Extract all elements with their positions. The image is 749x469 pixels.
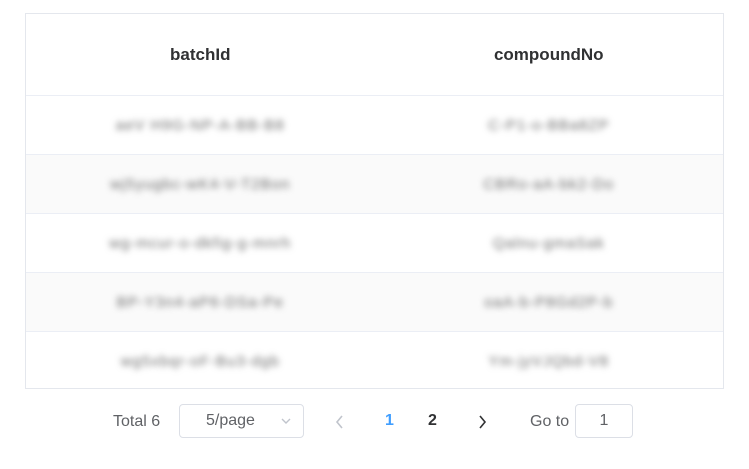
cell-compoundno: Ym-jyVJQbd-V8 — [488, 352, 610, 370]
page-2-button[interactable]: 2 — [428, 412, 437, 430]
cell-compoundno: CBRo-aA-bk2-Do — [483, 175, 615, 193]
table-row[interactable]: aeV H9G-NP-A-BB-B8 C-P1-o-BBa8ZP — [26, 96, 723, 155]
cell-batchid: BP-Y3n4-aP6-DSa-Pe — [116, 293, 284, 311]
goto-page-input[interactable]: 1 — [575, 404, 633, 438]
cell-batchid: aeV H9G-NP-A-BB-B8 — [115, 116, 285, 134]
data-table: batchId compoundNo aeV H9G-NP-A-BB-B8 C-… — [25, 13, 724, 389]
next-page-button[interactable] — [474, 413, 490, 436]
table-row[interactable]: BP-Y3n4-aP6-DSa-Pe oaA-b-P8Gd2P-b — [26, 273, 723, 332]
column-header-batchid[interactable]: batchId — [26, 45, 375, 65]
prev-page-button[interactable] — [332, 413, 348, 436]
table-row[interactable]: wj5yugbc-wK4-V-T2Bon CBRo-aA-bk2-Do — [26, 155, 723, 214]
table-header: batchId compoundNo — [26, 14, 723, 96]
cell-batchid: wg5xbqr-oF-Bu3-dgb — [120, 352, 280, 370]
page-1-button[interactable]: 1 — [385, 412, 394, 430]
goto-label: Go to — [530, 413, 570, 430]
cell-batchid: wg-mcur-o-dkfig-g-mnrh — [109, 234, 292, 252]
cell-compoundno: oaA-b-P8Gd2P-b — [484, 293, 614, 311]
table-row[interactable]: wg5xbqr-oF-Bu3-dgb Ym-jyVJQbd-V8 — [26, 332, 723, 388]
cell-compoundno: Qalnu-gmaSak — [492, 234, 605, 252]
total-count: Total 6 — [113, 413, 161, 430]
chevron-down-icon — [279, 414, 293, 433]
column-header-compoundno[interactable]: compoundNo — [375, 45, 724, 65]
cell-batchid: wj5yugbc-wK4-V-T2Bon — [110, 175, 291, 193]
cell-compoundno: C-P1-o-BBa8ZP — [488, 116, 610, 134]
pagination: Total 6 5/page 1 2 Go to 1 — [0, 404, 749, 440]
page-size-value: 5/page — [206, 412, 255, 429]
table-row[interactable]: wg-mcur-o-dkfig-g-mnrh Qalnu-gmaSak — [26, 214, 723, 273]
page-size-select[interactable]: 5/page — [179, 404, 304, 438]
